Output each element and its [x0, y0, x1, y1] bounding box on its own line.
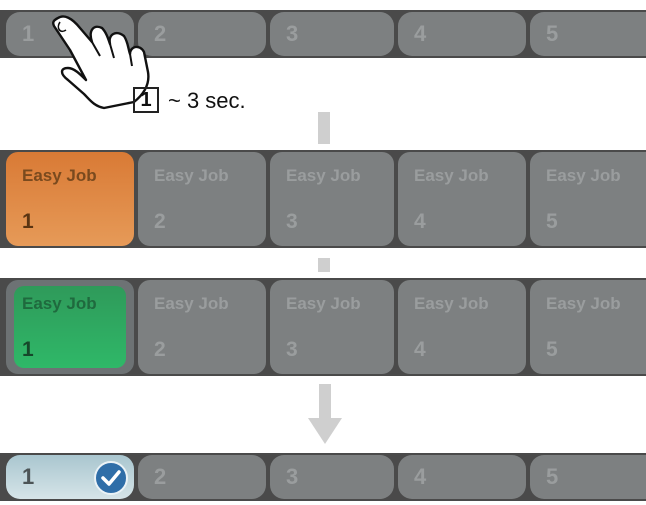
step-duration-text: ~ 3 sec.: [168, 88, 246, 113]
easy-job-title: Easy Job: [22, 294, 97, 313]
easy-job-number: 2: [154, 338, 166, 361]
easy-job-button-1[interactable]: Easy Job 1: [6, 280, 134, 374]
easy-job-number: 4: [414, 210, 426, 233]
arrow-down-icon: [308, 384, 342, 444]
easy-job-title: Easy Job: [414, 166, 489, 185]
easy-job-title: Easy Job: [154, 294, 229, 313]
checkmark-icon: [94, 461, 128, 495]
memory-button-label: 4: [414, 464, 427, 489]
easy-job-number: 3: [286, 210, 298, 233]
memory-button-5[interactable]: 5: [530, 12, 646, 56]
easy-job-button-3[interactable]: Easy Job 3: [270, 280, 394, 374]
easy-job-title: Easy Job: [546, 166, 621, 185]
easy-job-title: Easy Job: [414, 294, 489, 313]
memory-button-label: 1: [22, 21, 35, 46]
easy-job-number: 1: [22, 338, 34, 361]
easy-job-strip-saved: Easy Job 1 Easy Job 2 Easy Job 3 Easy Jo…: [0, 278, 646, 376]
memory-strip-result: 1 2 3 4 5: [0, 453, 646, 501]
memory-button-5[interactable]: 5: [530, 455, 646, 499]
memory-button-label: 5: [546, 464, 559, 489]
connector-bar: [318, 112, 330, 144]
easy-job-number: 5: [546, 210, 558, 233]
memory-button-label: 4: [414, 21, 427, 46]
easy-job-button-2[interactable]: Easy Job 2: [138, 280, 266, 374]
easy-job-strip-pressed: Easy Job 1 Easy Job 2 Easy Job 3 Easy Jo…: [0, 150, 646, 248]
easy-job-title: Easy Job: [286, 166, 361, 185]
easy-job-button-2[interactable]: Easy Job 2: [138, 152, 266, 246]
easy-job-number: 5: [546, 338, 558, 361]
step-number-box: 1: [133, 87, 159, 113]
easy-job-title: Easy Job: [286, 294, 361, 313]
easy-job-title: Easy Job: [546, 294, 621, 313]
easy-job-title: Easy Job: [154, 166, 229, 185]
memory-button-4[interactable]: 4: [398, 12, 526, 56]
connector-bar: [318, 258, 330, 272]
memory-button-label: 5: [546, 21, 559, 46]
easy-job-title: Easy Job: [22, 166, 97, 185]
easy-job-button-5[interactable]: Easy Job 5: [530, 152, 646, 246]
memory-button-4[interactable]: 4: [398, 455, 526, 499]
easy-job-number: 3: [286, 338, 298, 361]
memory-button-3[interactable]: 3: [270, 455, 394, 499]
memory-button-label: 1: [22, 464, 35, 489]
memory-button-1[interactable]: 1: [6, 455, 134, 499]
memory-button-3[interactable]: 3: [270, 12, 394, 56]
easy-job-number: 4: [414, 338, 426, 361]
easy-job-number: 1: [22, 210, 34, 233]
memory-button-2[interactable]: 2: [138, 455, 266, 499]
easy-job-number: 2: [154, 210, 166, 233]
easy-job-button-4[interactable]: Easy Job 4: [398, 152, 526, 246]
memory-button-label: 3: [286, 464, 299, 489]
easy-job-button-1[interactable]: Easy Job 1: [6, 152, 134, 246]
memory-button-label: 3: [286, 21, 299, 46]
easy-job-button-5[interactable]: Easy Job 5: [530, 280, 646, 374]
easy-job-button-3[interactable]: Easy Job 3: [270, 152, 394, 246]
memory-button-label: 2: [154, 464, 167, 489]
easy-job-button-4[interactable]: Easy Job 4: [398, 280, 526, 374]
